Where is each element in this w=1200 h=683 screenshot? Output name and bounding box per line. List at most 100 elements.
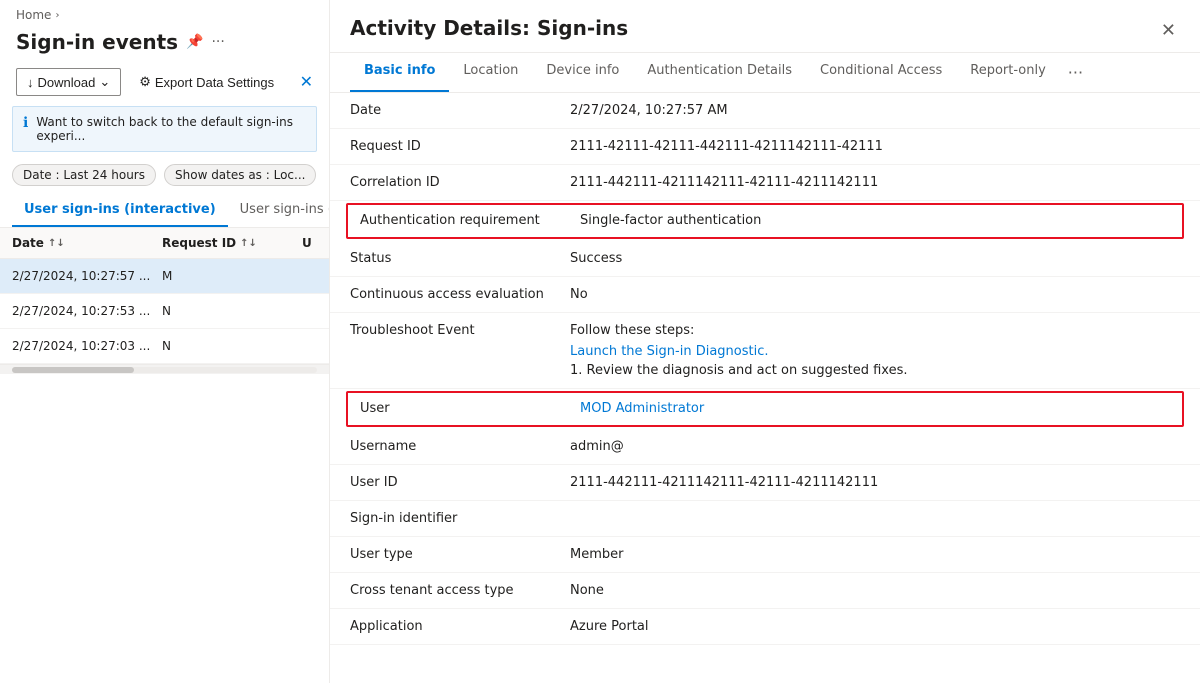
- cell-date-0: 2/27/2024, 10:27:57 ...: [12, 269, 162, 283]
- label-correlation-id: Correlation ID: [350, 175, 570, 190]
- field-application: Application Azure Portal: [330, 609, 1200, 645]
- left-panel: Home › Sign-in events 📌 ··· ↓ Download ⌄…: [0, 0, 330, 683]
- field-date: Date 2/27/2024, 10:27:57 AM: [330, 93, 1200, 129]
- tab-interactive[interactable]: User sign-ins (interactive): [12, 194, 228, 227]
- cell-date-2: 2/27/2024, 10:27:03 ...: [12, 339, 162, 353]
- field-cross-tenant: Cross tenant access type None: [330, 573, 1200, 609]
- value-request-id: 2111-42111-42111-442111-4211142111-42111: [570, 139, 1180, 154]
- value-user[interactable]: MOD Administrator: [580, 401, 1170, 416]
- info-banner-text: Want to switch back to the default sign-…: [36, 115, 306, 143]
- label-user-type: User type: [350, 547, 570, 562]
- label-date: Date: [350, 103, 570, 118]
- field-user: User MOD Administrator: [346, 391, 1184, 427]
- table-row[interactable]: 2/27/2024, 10:27:57 ... M: [0, 259, 329, 294]
- horizontal-scrollbar[interactable]: [0, 364, 329, 374]
- toolbar: ↓ Download ⌄ ⚙ Export Data Settings ✕: [0, 62, 329, 102]
- close-button[interactable]: ✕: [1157, 16, 1180, 45]
- label-signin-identifier: Sign-in identifier: [350, 511, 570, 526]
- value-cross-tenant: None: [570, 583, 1180, 598]
- col-reqid-header: Request ID ↑↓: [162, 236, 302, 250]
- field-status: Status Success: [330, 241, 1200, 277]
- breadcrumb: Home ›: [0, 0, 329, 26]
- field-auth-requirement: Authentication requirement Single-factor…: [346, 203, 1184, 239]
- download-icon: ↓: [27, 75, 34, 90]
- scrollbar-track: [12, 367, 317, 373]
- col-date-header: Date ↑↓: [12, 236, 162, 250]
- filter-bar: Date : Last 24 hours Show dates as : Loc…: [0, 156, 329, 194]
- show-dates-pill[interactable]: Show dates as : Loc...: [164, 164, 316, 186]
- tab-conditional-access[interactable]: Conditional Access: [806, 53, 956, 92]
- scrollbar-thumb[interactable]: [12, 367, 134, 373]
- panel-title: Sign-in events: [16, 30, 178, 54]
- dialog-header: Activity Details: Sign-ins ✕: [330, 0, 1200, 53]
- download-button[interactable]: ↓ Download ⌄: [16, 68, 121, 96]
- value-auth-requirement: Single-factor authentication: [580, 213, 1170, 228]
- troubleshoot-step: 1. Review the diagnosis and act on sugge…: [570, 363, 1180, 378]
- sign-in-tabs: User sign-ins (interactive) User sign-in…: [0, 194, 329, 228]
- sort-date-icon[interactable]: ↑↓: [48, 238, 65, 249]
- table-row[interactable]: 2/27/2024, 10:27:53 ... N: [0, 294, 329, 329]
- panel-header: Sign-in events 📌 ···: [0, 26, 329, 62]
- value-user-id: 2111-442111-4211142111-42111-4211142111: [570, 475, 1180, 490]
- label-status: Status: [350, 251, 570, 266]
- date-filter-pill[interactable]: Date : Last 24 hours: [12, 164, 156, 186]
- value-username: admin@: [570, 439, 1180, 454]
- export-gear-icon: ⚙: [139, 74, 151, 90]
- field-user-id: User ID 2111-442111-4211142111-42111-421…: [330, 465, 1200, 501]
- dialog-title: Activity Details: Sign-ins: [350, 16, 628, 52]
- sort-reqid-icon[interactable]: ↑↓: [240, 238, 257, 249]
- value-status: Success: [570, 251, 1180, 266]
- pin-icon[interactable]: 📌: [186, 34, 203, 50]
- cell-date-1: 2/27/2024, 10:27:53 ...: [12, 304, 162, 318]
- field-correlation-id: Correlation ID 2111-442111-4211142111-42…: [330, 165, 1200, 201]
- field-signin-identifier: Sign-in identifier: [330, 501, 1200, 537]
- launch-diagnostic-link[interactable]: Launch the Sign-in Diagnostic.: [570, 344, 1180, 359]
- field-user-type: User type Member: [330, 537, 1200, 573]
- info-table: Date 2/27/2024, 10:27:57 AM Request ID 2…: [330, 93, 1200, 645]
- cell-reqid-0: M: [162, 269, 302, 283]
- label-cross-tenant: Cross tenant access type: [350, 583, 570, 598]
- info-banner: ℹ Want to switch back to the default sig…: [12, 106, 317, 152]
- value-application: Azure Portal: [570, 619, 1180, 634]
- tab-report-only[interactable]: Report-only: [956, 53, 1060, 92]
- field-troubleshoot: Troubleshoot Event Follow these steps: L…: [330, 313, 1200, 389]
- table-rows: 2/27/2024, 10:27:57 ... M 2/27/2024, 10:…: [0, 259, 329, 364]
- cell-reqid-1: N: [162, 304, 302, 318]
- export-data-settings-button[interactable]: ⚙ Export Data Settings: [129, 69, 284, 95]
- download-label: Download: [38, 75, 96, 90]
- field-username: Username admin@: [330, 429, 1200, 465]
- info-icon: ℹ: [23, 115, 28, 131]
- value-correlation-id: 2111-442111-4211142111-42111-4211142111: [570, 175, 1180, 190]
- label-auth-requirement: Authentication requirement: [360, 213, 580, 228]
- panel-more-icon[interactable]: ···: [211, 34, 224, 50]
- table-header: Date ↑↓ Request ID ↑↓ U: [0, 228, 329, 259]
- breadcrumb-chevron: ›: [55, 10, 59, 21]
- tab-authentication-details[interactable]: Authentication Details: [633, 53, 806, 92]
- label-application: Application: [350, 619, 570, 634]
- close-filter-button[interactable]: ✕: [300, 72, 313, 92]
- dialog-tabs: Basic info Location Device info Authenti…: [330, 53, 1200, 93]
- download-chevron-icon: ⌄: [99, 74, 110, 90]
- tab-basic-info[interactable]: Basic info: [350, 53, 449, 92]
- value-continuous-access: No: [570, 287, 1180, 302]
- breadcrumb-home[interactable]: Home: [16, 8, 51, 22]
- value-date: 2/27/2024, 10:27:57 AM: [570, 103, 1180, 118]
- right-panel: Activity Details: Sign-ins ✕ Basic info …: [330, 0, 1200, 683]
- label-continuous-access: Continuous access evaluation: [350, 287, 570, 302]
- table-row[interactable]: 2/27/2024, 10:27:03 ... N: [0, 329, 329, 364]
- label-username: Username: [350, 439, 570, 454]
- tab-more-icon[interactable]: ···: [1060, 53, 1091, 92]
- tab-noninteractive[interactable]: User sign-ins (non...: [228, 194, 330, 227]
- label-user: User: [360, 401, 580, 416]
- value-user-type: Member: [570, 547, 1180, 562]
- cell-reqid-2: N: [162, 339, 302, 353]
- label-request-id: Request ID: [350, 139, 570, 154]
- tab-location[interactable]: Location: [449, 53, 532, 92]
- label-user-id: User ID: [350, 475, 570, 490]
- troubleshoot-block: Follow these steps: Launch the Sign-in D…: [570, 323, 1180, 378]
- tab-device-info[interactable]: Device info: [532, 53, 633, 92]
- col-u-header: U: [302, 236, 317, 250]
- dialog-content: Date 2/27/2024, 10:27:57 AM Request ID 2…: [330, 93, 1200, 683]
- label-troubleshoot: Troubleshoot Event: [350, 323, 570, 338]
- troubleshoot-follow-text: Follow these steps:: [570, 323, 1180, 338]
